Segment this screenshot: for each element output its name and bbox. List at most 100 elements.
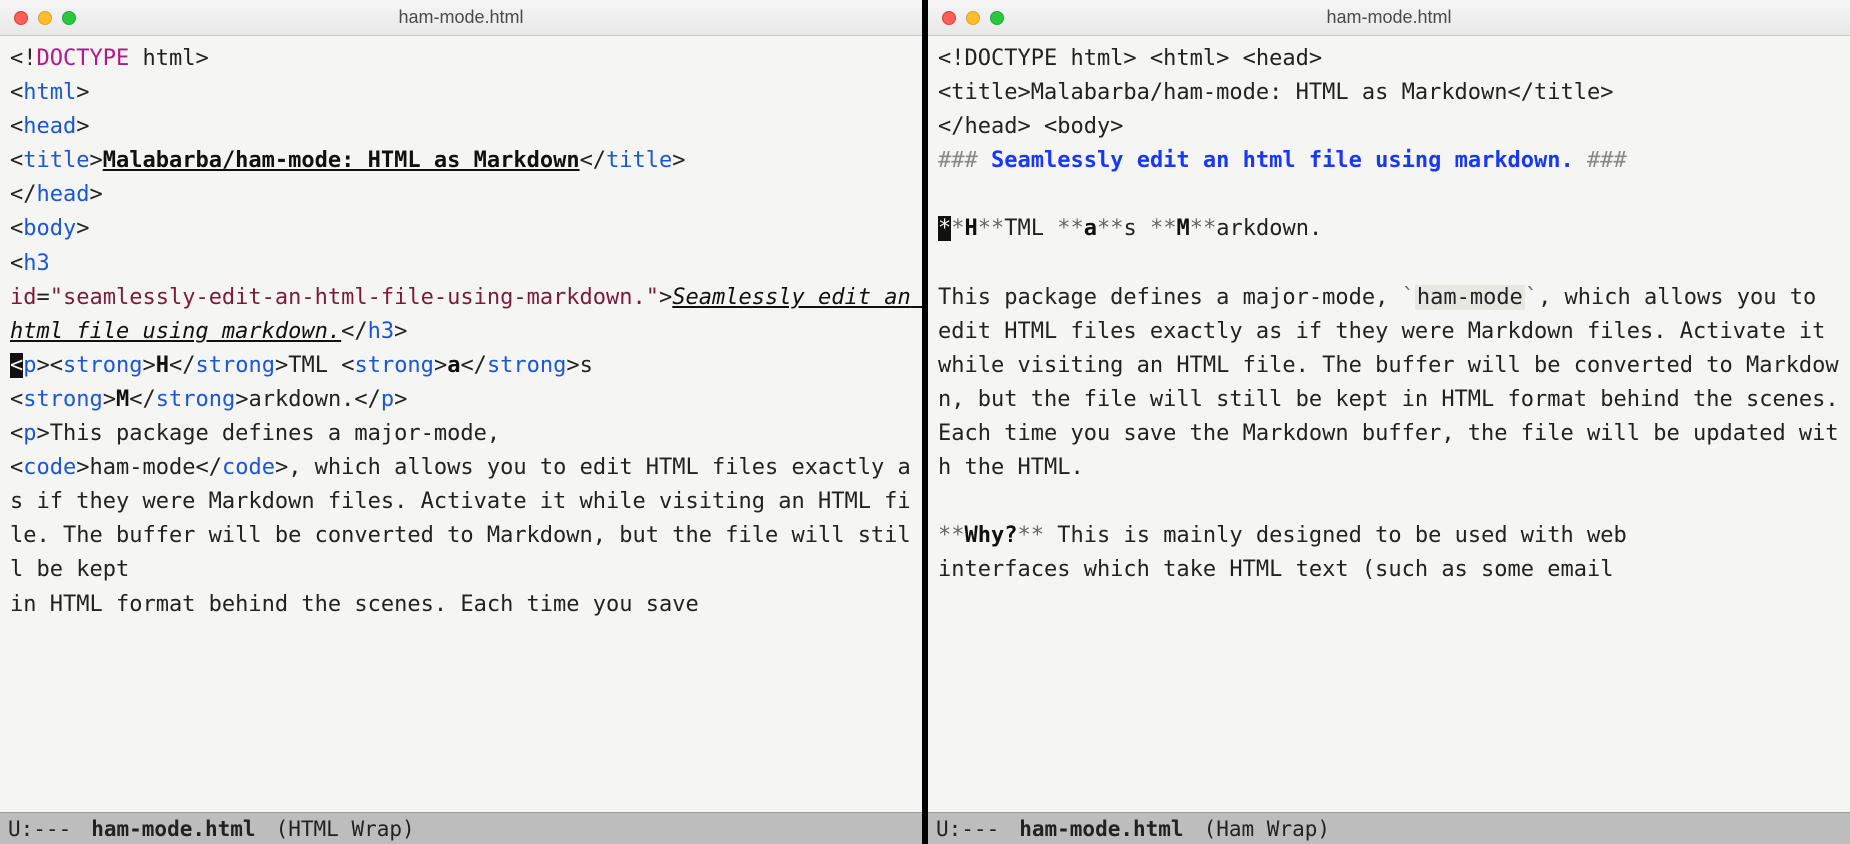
title-text: Malabarba/ham-mode: HTML as Markdown xyxy=(103,148,580,173)
tag-code-end: code xyxy=(222,455,275,480)
modeline-status: U:--- xyxy=(8,817,71,841)
lt: < xyxy=(10,387,23,412)
cursor-right: * xyxy=(938,216,951,241)
md-ast: ** xyxy=(1017,523,1044,548)
tag-strong-end: strong xyxy=(487,353,566,378)
lt-slash: </ xyxy=(10,182,37,207)
bold-H: H xyxy=(156,353,169,378)
lt-slash: </ xyxy=(460,353,487,378)
lt: < xyxy=(10,455,23,480)
close-icon[interactable] xyxy=(942,11,956,25)
modeline-file: ham-mode.html xyxy=(91,817,255,841)
md-ast: ** xyxy=(978,216,1005,241)
titlebar-right[interactable]: ham-mode.html xyxy=(928,0,1850,36)
modeline-status: U:--- xyxy=(936,817,999,841)
text-arkdown: arkdown.</ xyxy=(248,387,380,412)
why-rest: This is mainly designed to be used with … xyxy=(1044,523,1627,548)
editor-pane-right: ham-mode.html <!DOCTYPE html> <html> <he… xyxy=(928,0,1850,844)
tag-strong-end: strong xyxy=(156,387,235,412)
bold-a: a xyxy=(1084,216,1097,241)
md-ast: ** xyxy=(1057,216,1084,241)
md-code: ham-mode xyxy=(1415,285,1525,310)
attr-id: id xyxy=(10,285,37,310)
md-ast: ** xyxy=(1097,216,1124,241)
doctype-open: <! xyxy=(10,46,37,71)
eq: = xyxy=(37,285,50,310)
lt: < xyxy=(10,251,23,276)
md-hash-close: ### xyxy=(1587,148,1627,173)
tag-h3-end: h3 xyxy=(368,319,395,344)
raw-line-1: <!DOCTYPE html> <html> <head> xyxy=(938,46,1322,71)
titlebar-left[interactable]: ham-mode.html xyxy=(0,0,922,36)
tag-code: code xyxy=(23,455,76,480)
gt: > xyxy=(76,114,89,139)
gt: > xyxy=(394,387,407,412)
traffic-lights xyxy=(0,11,76,25)
tag-strong: strong xyxy=(63,353,142,378)
tag-strong: strong xyxy=(23,387,102,412)
maximize-icon[interactable] xyxy=(62,11,76,25)
modeline-left: U:--- ham-mode.html (HTML Wrap) xyxy=(0,812,922,844)
window-title-left: ham-mode.html xyxy=(0,7,922,28)
text-s: s xyxy=(580,353,593,378)
lt-slash: </ xyxy=(341,319,368,344)
md-ast: ** xyxy=(1190,216,1217,241)
md-ast: ** xyxy=(938,523,965,548)
close-icon[interactable] xyxy=(14,11,28,25)
lt-slash: </ xyxy=(169,353,196,378)
code-text: ham-mode xyxy=(89,455,195,480)
raw-line-2: <title>Malabarba/ham-mode: HTML as Markd… xyxy=(938,80,1614,105)
bold-a: a xyxy=(447,353,460,378)
lt: < xyxy=(10,148,23,173)
gt: > xyxy=(76,455,89,480)
lt: < xyxy=(10,80,23,105)
lt-slash: </ xyxy=(195,455,222,480)
md-hash-open: ### xyxy=(938,148,978,173)
tag-p: p xyxy=(23,421,36,446)
attr-id-val: "seamlessly-edit-an-html-file-using-mark… xyxy=(50,285,659,310)
lt: < xyxy=(10,114,23,139)
bold-H: H xyxy=(965,216,978,241)
gt: > xyxy=(103,387,116,412)
modeline-mode: (HTML Wrap) xyxy=(276,817,415,841)
tag-head-end: head xyxy=(37,182,90,207)
modeline-file: ham-mode.html xyxy=(1019,817,1183,841)
cursor-left: < xyxy=(10,353,23,378)
tag-title: title xyxy=(23,148,89,173)
md-header: Seamlessly edit an html file using markd… xyxy=(991,148,1574,173)
gt: > xyxy=(434,353,447,378)
cutoff-right: interfaces which take HTML text (such as… xyxy=(938,557,1614,582)
maximize-icon[interactable] xyxy=(990,11,1004,25)
bold-M: M xyxy=(1176,216,1189,241)
gt: > xyxy=(394,319,407,344)
minimize-icon[interactable] xyxy=(966,11,980,25)
buffer-right[interactable]: <!DOCTYPE html> <html> <head> <title>Mal… xyxy=(928,36,1850,812)
window-title-right: ham-mode.html xyxy=(928,7,1850,28)
h3-text-a: Seaml xyxy=(672,285,738,310)
md-ast: * xyxy=(951,216,964,241)
lt: < xyxy=(341,353,354,378)
cutoff-left: in HTML format behind the scenes. Each t… xyxy=(10,592,699,617)
text-TML: TML xyxy=(1004,216,1057,241)
raw-line-3: </head> <body> xyxy=(938,114,1123,139)
bold-M: M xyxy=(116,387,129,412)
gt: > xyxy=(76,80,89,105)
text-s: s xyxy=(1123,216,1150,241)
doctype-rest: html> xyxy=(129,46,208,71)
lt: < xyxy=(50,353,63,378)
gt: > xyxy=(659,285,672,310)
gt: > xyxy=(275,353,288,378)
tick: ` xyxy=(1402,285,1415,310)
md-ast: ** xyxy=(1150,216,1177,241)
lt-slash: </ xyxy=(129,387,156,412)
minimize-icon[interactable] xyxy=(38,11,52,25)
editor-pane-left: ham-mode.html <!DOCTYPE html> <html> <he… xyxy=(0,0,928,844)
tag-title-end: title xyxy=(606,148,672,173)
tag-strong-end: strong xyxy=(195,353,274,378)
tag-p: p xyxy=(23,353,36,378)
gt: > xyxy=(89,182,102,207)
gt: > xyxy=(37,353,50,378)
para-text-a: This package defines a major-mode, xyxy=(50,421,514,446)
buffer-left[interactable]: <!DOCTYPE html> <html> <head> <title>Mal… xyxy=(0,36,922,812)
modeline-right: U:--- ham-mode.html (Ham Wrap) xyxy=(928,812,1850,844)
